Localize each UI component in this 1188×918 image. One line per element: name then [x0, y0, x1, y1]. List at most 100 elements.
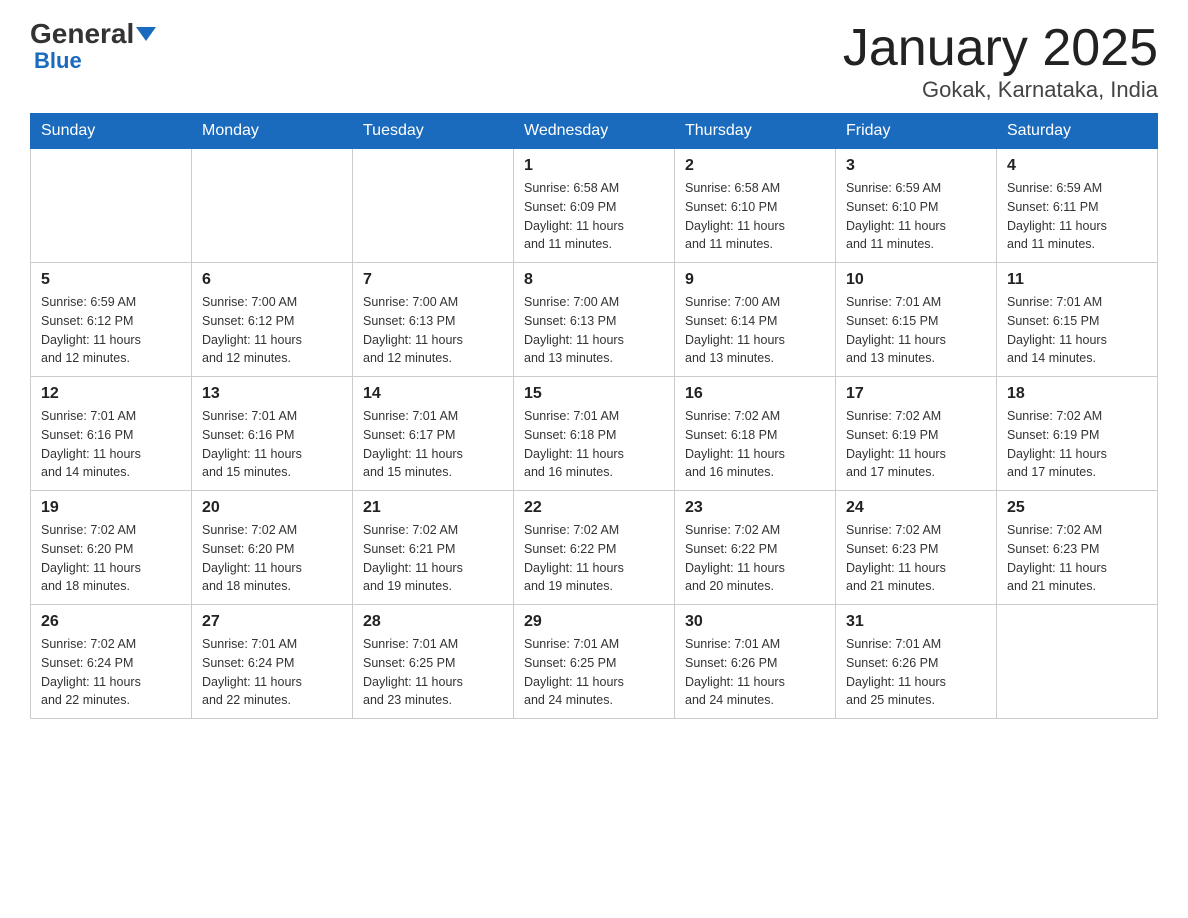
day-number: 15 — [524, 385, 664, 403]
table-row: 2 Sunrise: 6:58 AM Sunset: 6:10 PM Daylig… — [675, 149, 836, 263]
day-number: 29 — [524, 613, 664, 631]
day-info: Sunrise: 7:02 AM Sunset: 6:22 PM Dayligh… — [524, 521, 664, 596]
day-info: Sunrise: 7:02 AM Sunset: 6:20 PM Dayligh… — [202, 521, 342, 596]
table-row: 3 Sunrise: 6:59 AM Sunset: 6:10 PM Daylig… — [836, 149, 997, 263]
calendar-subtitle: Gokak, Karnataka, India — [843, 77, 1158, 103]
table-row: 22Sunrise: 7:02 AM Sunset: 6:22 PM Dayli… — [514, 491, 675, 605]
col-header-saturday: Saturday — [997, 114, 1158, 149]
table-row: 19 Sunrise: 7:02 AM Sunset: 6:20 PM Dayli… — [31, 491, 192, 605]
day-info: Sunrise: 6:59 AM Sunset: 6:10 PM Dayligh… — [846, 179, 986, 254]
table-row: 1 Sunrise: 6:58 AM Sunset: 6:09 PM Daylig… — [514, 149, 675, 263]
calendar-week-row: 12Sunrise: 7:01 AM Sunset: 6:16 PM Dayli… — [31, 377, 1158, 491]
table-row: 25 Sunrise: 7:02 AM Sunset: 6:23 PM Dayli… — [997, 491, 1158, 605]
table-row: 24 Sunrise: 7:02 AM Sunset: 6:23 PM Dayli… — [836, 491, 997, 605]
table-row: 20 Sunrise: 7:02 AM Sunset: 6:20 PM Dayli… — [192, 491, 353, 605]
table-row — [192, 149, 353, 263]
table-row: 31Sunrise: 7:01 AM Sunset: 6:26 PM Dayli… — [836, 605, 997, 719]
table-row: 16Sunrise: 7:02 AM Sunset: 6:18 PM Dayli… — [675, 377, 836, 491]
day-info: Sunrise: 7:01 AM Sunset: 6:17 PM Dayligh… — [363, 407, 503, 482]
col-header-thursday: Thursday — [675, 114, 836, 149]
day-info: Sunrise: 7:00 AM Sunset: 6:13 PM Dayligh… — [363, 293, 503, 368]
day-number: 3 — [846, 157, 986, 175]
table-row: 30Sunrise: 7:01 AM Sunset: 6:26 PM Dayli… — [675, 605, 836, 719]
calendar-header-row: Sunday Monday Tuesday Wednesday Thursday… — [31, 114, 1158, 149]
calendar-week-row: 1 Sunrise: 6:58 AM Sunset: 6:09 PM Daylig… — [31, 149, 1158, 263]
table-row: 29 Sunrise: 7:01 AM Sunset: 6:25 PM Dayli… — [514, 605, 675, 719]
table-row: 11 Sunrise: 7:01 AM Sunset: 6:15 PM Dayli… — [997, 263, 1158, 377]
table-row: 12Sunrise: 7:01 AM Sunset: 6:16 PM Dayli… — [31, 377, 192, 491]
day-info: Sunrise: 7:02 AM Sunset: 6:24 PM Dayligh… — [41, 635, 181, 710]
day-info: Sunrise: 7:01 AM Sunset: 6:25 PM Dayligh… — [524, 635, 664, 710]
table-row: 23 Sunrise: 7:02 AM Sunset: 6:22 PM Dayli… — [675, 491, 836, 605]
table-row: 28 Sunrise: 7:01 AM Sunset: 6:25 PM Dayli… — [353, 605, 514, 719]
day-number: 1 — [524, 157, 664, 175]
day-info: Sunrise: 7:01 AM Sunset: 6:25 PM Dayligh… — [363, 635, 503, 710]
day-info: Sunrise: 7:01 AM Sunset: 6:15 PM Dayligh… — [1007, 293, 1147, 368]
col-header-friday: Friday — [836, 114, 997, 149]
day-info: Sunrise: 6:59 AM Sunset: 6:11 PM Dayligh… — [1007, 179, 1147, 254]
day-info: Sunrise: 7:00 AM Sunset: 6:12 PM Dayligh… — [202, 293, 342, 368]
day-info: Sunrise: 7:01 AM Sunset: 6:16 PM Dayligh… — [41, 407, 181, 482]
day-info: Sunrise: 7:00 AM Sunset: 6:14 PM Dayligh… — [685, 293, 825, 368]
col-header-tuesday: Tuesday — [353, 114, 514, 149]
table-row: 21Sunrise: 7:02 AM Sunset: 6:21 PM Dayli… — [353, 491, 514, 605]
day-info: Sunrise: 7:02 AM Sunset: 6:19 PM Dayligh… — [846, 407, 986, 482]
day-info: Sunrise: 7:02 AM Sunset: 6:19 PM Dayligh… — [1007, 407, 1147, 482]
day-number: 11 — [1007, 271, 1147, 289]
table-row: 8 Sunrise: 7:00 AM Sunset: 6:13 PM Daylig… — [514, 263, 675, 377]
day-number: 6 — [202, 271, 342, 289]
table-row: 17 Sunrise: 7:02 AM Sunset: 6:19 PM Dayli… — [836, 377, 997, 491]
day-info: Sunrise: 7:02 AM Sunset: 6:18 PM Dayligh… — [685, 407, 825, 482]
day-number: 17 — [846, 385, 986, 403]
table-row: 13 Sunrise: 7:01 AM Sunset: 6:16 PM Dayli… — [192, 377, 353, 491]
day-info: Sunrise: 7:00 AM Sunset: 6:13 PM Dayligh… — [524, 293, 664, 368]
col-header-wednesday: Wednesday — [514, 114, 675, 149]
table-row: 9Sunrise: 7:00 AM Sunset: 6:14 PM Daylig… — [675, 263, 836, 377]
day-number: 31 — [846, 613, 986, 631]
day-info: Sunrise: 7:01 AM Sunset: 6:24 PM Dayligh… — [202, 635, 342, 710]
day-number: 7 — [363, 271, 503, 289]
table-row — [997, 605, 1158, 719]
logo-general-text: General — [30, 20, 134, 48]
day-number: 10 — [846, 271, 986, 289]
day-number: 18 — [1007, 385, 1147, 403]
calendar-week-row: 5Sunrise: 6:59 AM Sunset: 6:12 PM Daylig… — [31, 263, 1158, 377]
day-number: 20 — [202, 499, 342, 517]
day-number: 23 — [685, 499, 825, 517]
calendar-week-row: 19 Sunrise: 7:02 AM Sunset: 6:20 PM Dayli… — [31, 491, 1158, 605]
day-number: 14 — [363, 385, 503, 403]
day-number: 2 — [685, 157, 825, 175]
title-block: January 2025 Gokak, Karnataka, India — [843, 20, 1158, 103]
table-row: 26 Sunrise: 7:02 AM Sunset: 6:24 PM Dayli… — [31, 605, 192, 719]
day-info: Sunrise: 7:02 AM Sunset: 6:20 PM Dayligh… — [41, 521, 181, 596]
table-row: 6 Sunrise: 7:00 AM Sunset: 6:12 PM Daylig… — [192, 263, 353, 377]
logo: General Blue — [30, 20, 156, 74]
day-number: 19 — [41, 499, 181, 517]
table-row: 18 Sunrise: 7:02 AM Sunset: 6:19 PM Dayli… — [997, 377, 1158, 491]
day-number: 13 — [202, 385, 342, 403]
day-number: 4 — [1007, 157, 1147, 175]
day-number: 26 — [41, 613, 181, 631]
page-header: General Blue January 2025 Gokak, Karnata… — [30, 20, 1158, 103]
logo-arrow-icon — [136, 27, 156, 41]
day-number: 25 — [1007, 499, 1147, 517]
day-info: Sunrise: 7:01 AM Sunset: 6:16 PM Dayligh… — [202, 407, 342, 482]
day-number: 24 — [846, 499, 986, 517]
day-info: Sunrise: 6:58 AM Sunset: 6:10 PM Dayligh… — [685, 179, 825, 254]
day-info: Sunrise: 7:01 AM Sunset: 6:18 PM Dayligh… — [524, 407, 664, 482]
day-info: Sunrise: 7:02 AM Sunset: 6:23 PM Dayligh… — [1007, 521, 1147, 596]
table-row: 10Sunrise: 7:01 AM Sunset: 6:15 PM Dayli… — [836, 263, 997, 377]
calendar-table: Sunday Monday Tuesday Wednesday Thursday… — [30, 113, 1158, 719]
day-info: Sunrise: 7:02 AM Sunset: 6:22 PM Dayligh… — [685, 521, 825, 596]
calendar-title: January 2025 — [843, 20, 1158, 77]
day-info: Sunrise: 7:02 AM Sunset: 6:23 PM Dayligh… — [846, 521, 986, 596]
col-header-sunday: Sunday — [31, 114, 192, 149]
table-row: 14 Sunrise: 7:01 AM Sunset: 6:17 PM Dayli… — [353, 377, 514, 491]
day-info: Sunrise: 6:58 AM Sunset: 6:09 PM Dayligh… — [524, 179, 664, 254]
table-row: 15 Sunrise: 7:01 AM Sunset: 6:18 PM Dayli… — [514, 377, 675, 491]
day-info: Sunrise: 7:01 AM Sunset: 6:26 PM Dayligh… — [685, 635, 825, 710]
day-number: 28 — [363, 613, 503, 631]
day-number: 27 — [202, 613, 342, 631]
table-row: 4 Sunrise: 6:59 AM Sunset: 6:11 PM Daylig… — [997, 149, 1158, 263]
day-number: 8 — [524, 271, 664, 289]
